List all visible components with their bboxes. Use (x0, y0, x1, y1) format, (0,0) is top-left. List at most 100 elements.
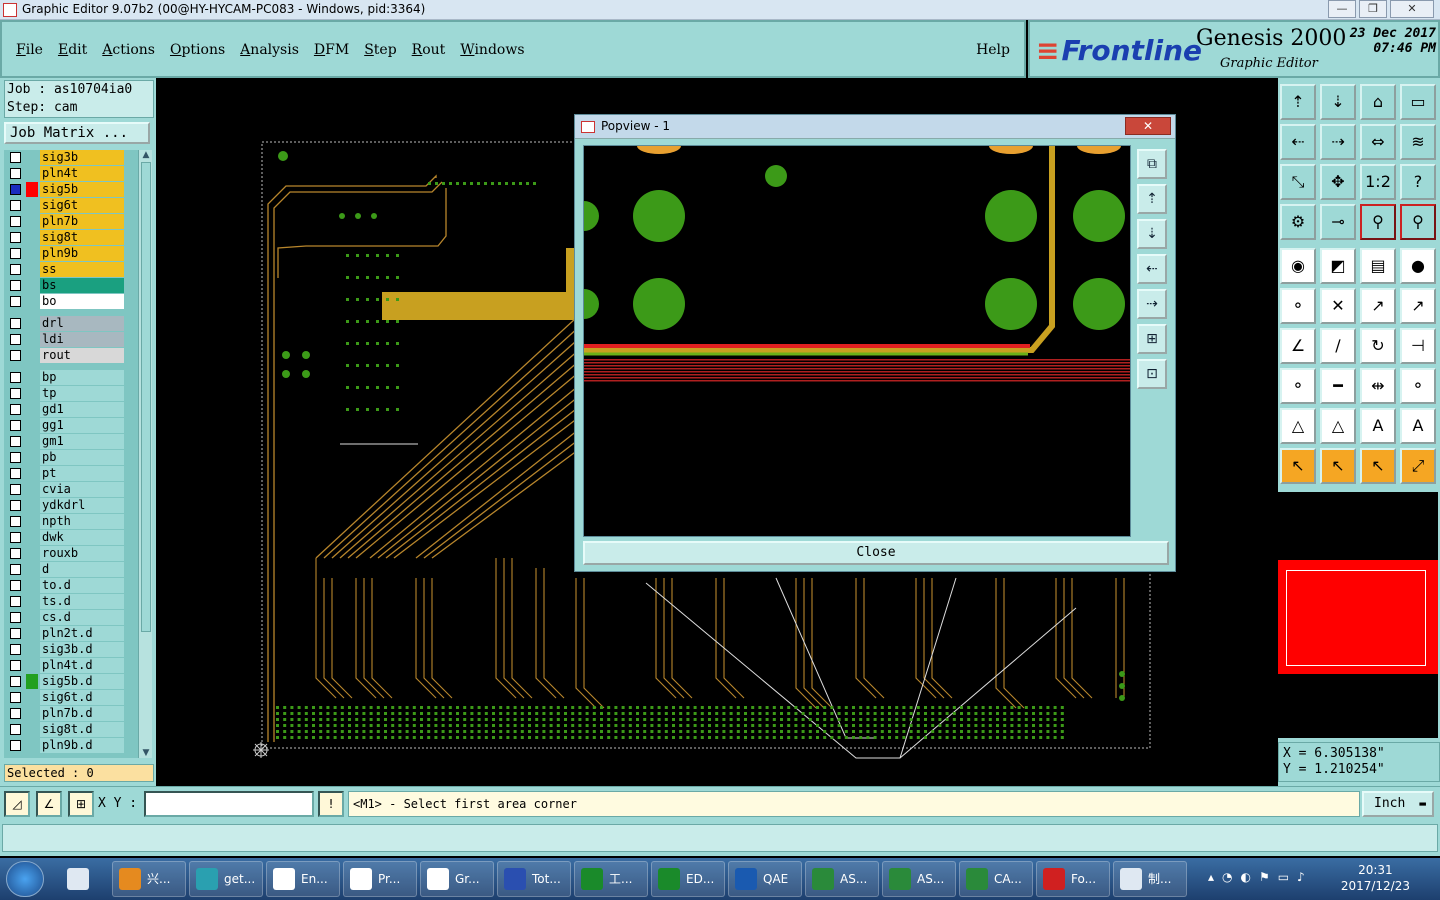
layer-row[interactable]: pln9b.d (4, 738, 126, 753)
pan-right-icon[interactable]: ⇢ (1137, 289, 1167, 319)
color-icon[interactable]: ◩ (1320, 248, 1356, 284)
taskbar-clock[interactable]: 20:31 2017/12/23 (1341, 862, 1410, 894)
system-tray[interactable]: ▴◔◐⚑▭♪ (1208, 870, 1313, 884)
zoom-in-icon[interactable]: ⊞ (1137, 324, 1167, 354)
layer-color-swatch[interactable] (26, 530, 38, 545)
layer-name[interactable]: sig8t.d (40, 722, 124, 737)
layer-row[interactable]: pt (4, 466, 126, 481)
layer-row[interactable]: dwk (4, 530, 126, 545)
layer-color-swatch[interactable] (26, 278, 38, 293)
layer-display-checkbox[interactable] (10, 740, 21, 751)
layer-display-checkbox[interactable] (10, 580, 21, 591)
layer-display-checkbox[interactable] (10, 644, 21, 655)
layer-row[interactable]: pb (4, 450, 126, 465)
layer-color-swatch[interactable] (26, 658, 38, 673)
menu-edit[interactable]: Edit (58, 42, 87, 58)
layer-color-swatch[interactable] (26, 450, 38, 465)
layer-display-checkbox[interactable] (10, 388, 21, 399)
layer-color-swatch[interactable] (26, 402, 38, 417)
layer-name[interactable]: sig5b (40, 182, 124, 197)
angle-icon[interactable]: ∠ (1280, 328, 1316, 364)
layer-color-swatch[interactable] (26, 546, 38, 561)
layer-color-swatch[interactable] (26, 578, 38, 593)
select-icon[interactable]: ↖ (1280, 448, 1316, 484)
layer-display-checkbox[interactable] (10, 612, 21, 623)
menu-help[interactable]: Help (976, 42, 1010, 58)
layer-row[interactable]: sig6t (4, 198, 126, 213)
move-icon[interactable]: ↗ (1360, 288, 1396, 324)
layer-display-checkbox[interactable] (10, 564, 21, 575)
layer-name[interactable]: pln9b.d (40, 738, 124, 753)
layer-row[interactable]: sig6t.d (4, 690, 126, 705)
layer-color-swatch[interactable] (26, 198, 38, 213)
ruler-icon[interactable]: ▤ (1360, 248, 1396, 284)
scroll-thumb[interactable] (141, 162, 151, 632)
zoom-fit-icon[interactable]: ⤡ (1280, 164, 1316, 200)
measure-icon[interactable]: ⇹ (1360, 368, 1396, 404)
layer-row[interactable]: sig3b.d (4, 642, 126, 657)
layer-name[interactable]: pln7b (40, 214, 124, 229)
layer-display-checkbox[interactable] (10, 628, 21, 639)
layer-color-swatch[interactable] (26, 166, 38, 181)
layer-color-swatch[interactable] (26, 642, 38, 657)
layer-name[interactable]: rouxb (40, 546, 124, 561)
taskbar-item[interactable]: Fo... (1036, 861, 1110, 897)
rotate-icon[interactable]: ↻ (1360, 328, 1396, 364)
layer-name[interactable]: sig8t (40, 230, 124, 245)
layer-name[interactable]: sig6t (40, 198, 124, 213)
layer-color-swatch[interactable] (26, 294, 38, 309)
zigzag-icon[interactable]: ≋ (1400, 124, 1436, 160)
layer-color-swatch[interactable] (26, 316, 38, 331)
layer-display-checkbox[interactable] (10, 500, 21, 511)
text-a-alt-icon[interactable]: A (1400, 408, 1436, 444)
layer-row[interactable]: pln7b.d (4, 706, 126, 721)
layer-name[interactable]: pln7b.d (40, 706, 124, 721)
taskbar-item[interactable]: 工... (574, 861, 648, 897)
layer-row[interactable]: pln7b (4, 214, 126, 229)
select-chain-icon[interactable]: ⤢ (1400, 448, 1436, 484)
layer-row[interactable]: ydkdrl (4, 498, 126, 513)
layer-color-swatch[interactable] (26, 482, 38, 497)
close-window-button[interactable]: ✕ (1390, 0, 1434, 18)
delete-icon[interactable]: ✕ (1320, 288, 1356, 324)
overview-map[interactable] (1278, 492, 1438, 738)
layer-display-checkbox[interactable] (10, 452, 21, 463)
group-icon[interactable]: ⚬ (1400, 368, 1436, 404)
menu-step[interactable]: Step (364, 42, 396, 58)
layer-display-checkbox[interactable] (10, 248, 21, 259)
layer-row[interactable]: sig8t.d (4, 722, 126, 737)
help-icon[interactable]: ? (1400, 164, 1436, 200)
layer-display-checkbox[interactable] (10, 724, 21, 735)
layer-name[interactable]: pln9b (40, 246, 124, 261)
pan-down-icon[interactable]: ⇣ (1320, 84, 1356, 120)
layer-name[interactable]: sig5b.d (40, 674, 124, 689)
layer-color-swatch[interactable] (26, 610, 38, 625)
layer-row[interactable]: pln2t.d (4, 626, 126, 641)
zoom-home-icon[interactable]: ⧉ (1137, 149, 1167, 179)
layer-row[interactable]: sig5b.d (4, 674, 126, 689)
layer-color-swatch[interactable] (26, 230, 38, 245)
select-box-icon[interactable]: ↖ (1320, 448, 1356, 484)
layer-display-checkbox[interactable] (10, 516, 21, 527)
settings-icon[interactable]: ⚙ (1280, 204, 1316, 240)
dot-icon[interactable]: ● (1400, 248, 1436, 284)
menu-file[interactable]: File (16, 42, 43, 58)
zoom-out-icon[interactable]: ⊡ (1137, 359, 1167, 389)
scroll-down-icon[interactable]: ▼ (141, 748, 151, 758)
menu-dfm[interactable]: DFM (314, 42, 349, 58)
layer-display-checkbox[interactable] (10, 404, 21, 415)
layer-name[interactable]: pln2t.d (40, 626, 124, 641)
layer-display-checkbox[interactable] (10, 350, 21, 361)
pan-left-icon[interactable]: ⇠ (1137, 254, 1167, 284)
layer-display-checkbox[interactable] (10, 334, 21, 345)
menu-windows[interactable]: Windows (460, 42, 524, 58)
layer-row[interactable]: ldi (4, 332, 126, 347)
layer-color-swatch[interactable] (26, 434, 38, 449)
layer-color-swatch[interactable] (26, 386, 38, 401)
layer-display-checkbox[interactable] (10, 200, 21, 211)
layer-row[interactable]: gm1 (4, 434, 126, 449)
taskbar-item[interactable]: QAE (728, 861, 802, 897)
layer-list-scrollbar[interactable]: ▲ ▼ (138, 150, 152, 758)
layer-color-swatch[interactable] (26, 466, 38, 481)
layer-name[interactable]: sig3b.d (40, 642, 124, 657)
